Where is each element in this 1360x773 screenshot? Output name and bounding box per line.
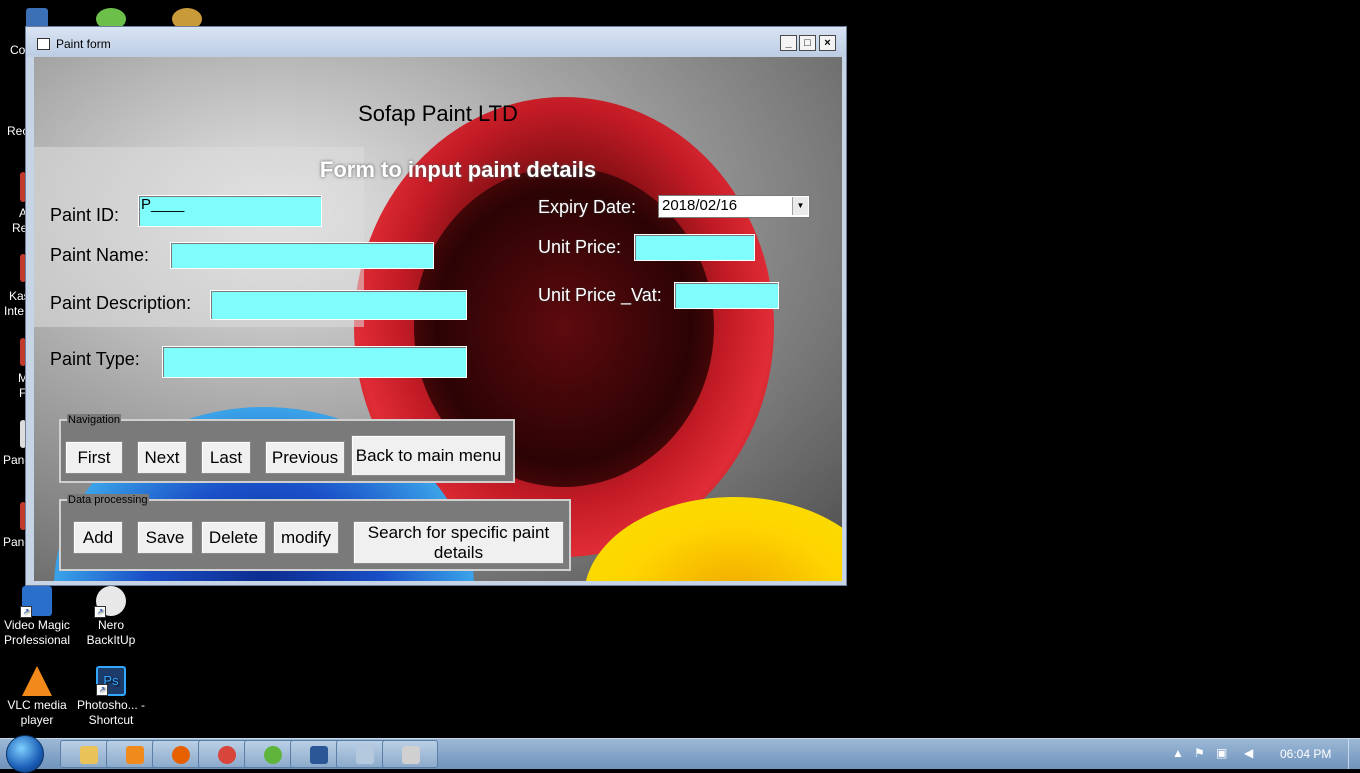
flag-icon[interactable]: ⚑	[1194, 746, 1205, 760]
unit-price-label: Unit Price:	[538, 237, 622, 257]
show-desktop-button[interactable]	[1348, 739, 1360, 769]
explorer-icon	[80, 746, 98, 764]
unit-price-field[interactable]	[634, 234, 755, 261]
taskbar: ▲ ⚑ ▣ ◀ 06:04 PM	[0, 735, 1360, 773]
paint-type-field[interactable]	[162, 346, 467, 378]
desktop-icon-nero[interactable]: ↗ Nero BackItUp	[74, 586, 148, 648]
paint-name-field[interactable]	[170, 242, 434, 269]
data-processing-group-title: Data processing	[67, 494, 149, 506]
paint-description-field[interactable]	[210, 290, 467, 320]
navigation-group-title: Navigation	[67, 414, 121, 426]
expiry-date-picker[interactable]: 2018/02/16 ▼	[658, 195, 810, 218]
add-button[interactable]: Add	[73, 521, 123, 554]
form-icon	[37, 38, 50, 50]
media-player-icon	[126, 746, 144, 764]
desktop-icon-label: Nero BackItUp	[86, 618, 136, 647]
chrome-icon	[218, 746, 236, 764]
taskbar-app-paint-form[interactable]	[382, 740, 438, 768]
unit-price-vat-field[interactable]	[674, 282, 779, 309]
desktop-icon-label: Photosho... - Shortcut	[76, 698, 146, 727]
utorrent-icon	[264, 746, 282, 764]
desktop-icon-label: VLC media player	[7, 698, 67, 727]
minimize-button[interactable]: _	[780, 35, 797, 51]
network-icon[interactable]: ▣	[1216, 746, 1227, 760]
next-button[interactable]: Next	[137, 441, 187, 474]
paint-type-label: Paint Type:	[50, 349, 140, 369]
paint-form-window: Paint form _ □ × Sofap Paint LTD Form to…	[25, 26, 847, 586]
close-button[interactable]: ×	[819, 35, 836, 51]
maximize-button[interactable]: □	[799, 35, 816, 51]
word-icon	[310, 746, 328, 764]
paint-name-label: Paint Name:	[50, 245, 150, 265]
show-hidden-icons-icon[interactable]: ▲	[1172, 746, 1184, 760]
desktop-icon-vlc[interactable]: VLC media player	[0, 666, 74, 728]
search-paint-details-button[interactable]: Search for specific paint details	[353, 521, 564, 564]
window-title: Paint form	[56, 37, 111, 51]
company-title: Sofap Paint LTD	[358, 101, 518, 126]
desktop-icon-photoshop[interactable]: Ps ↗ Photosho... - Shortcut	[74, 666, 148, 728]
last-button[interactable]: Last	[201, 441, 251, 474]
delete-button[interactable]: Delete	[201, 521, 266, 554]
previous-button[interactable]: Previous	[265, 441, 345, 474]
photoshop-icon: Ps ↗	[96, 666, 126, 696]
paint-description-label: Paint Description:	[50, 293, 192, 313]
clock[interactable]: 06:04 PM	[1280, 747, 1331, 761]
nero-icon: ↗	[94, 586, 126, 618]
paint-id-field[interactable]: P____	[138, 195, 322, 227]
title-bar[interactable]: Paint form _ □ ×	[26, 27, 846, 57]
desktop-label: Co	[10, 43, 26, 57]
expiry-date-label: Expiry Date:	[538, 197, 637, 217]
unit-price-vat-label: Unit Price _Vat:	[538, 285, 662, 305]
navigation-group: Navigation First Next Last Previous Back…	[59, 414, 515, 483]
data-processing-group: Data processing Add Save Delete modify S…	[59, 494, 571, 571]
start-button[interactable]	[6, 735, 44, 773]
form-subtitle: Form to input paint details	[319, 157, 597, 182]
paint-id-label: Paint ID:	[50, 205, 120, 225]
form-client-area: Sofap Paint LTD Form to input paint deta…	[34, 57, 842, 581]
vb-icon	[356, 746, 374, 764]
desktop-icon-label: Video Magic Professional	[3, 618, 71, 647]
save-button[interactable]: Save	[137, 521, 193, 554]
vlc-icon	[22, 666, 52, 696]
desktop-icon-video-magic[interactable]: ↗ Video Magic Professional	[0, 586, 74, 648]
desktop-label: Inte	[4, 304, 25, 318]
first-button[interactable]: First	[65, 441, 123, 474]
volume-icon[interactable]: ◀	[1244, 746, 1253, 760]
expiry-date-value: 2018/02/16	[662, 197, 738, 214]
app-icon	[402, 746, 420, 764]
dropdown-arrow-icon[interactable]: ▼	[792, 197, 808, 215]
modify-button[interactable]: modify	[273, 521, 339, 554]
video-magic-icon: ↗	[20, 586, 52, 618]
back-to-main-menu-button[interactable]: Back to main menu	[351, 435, 506, 476]
firefox-icon	[172, 746, 190, 764]
